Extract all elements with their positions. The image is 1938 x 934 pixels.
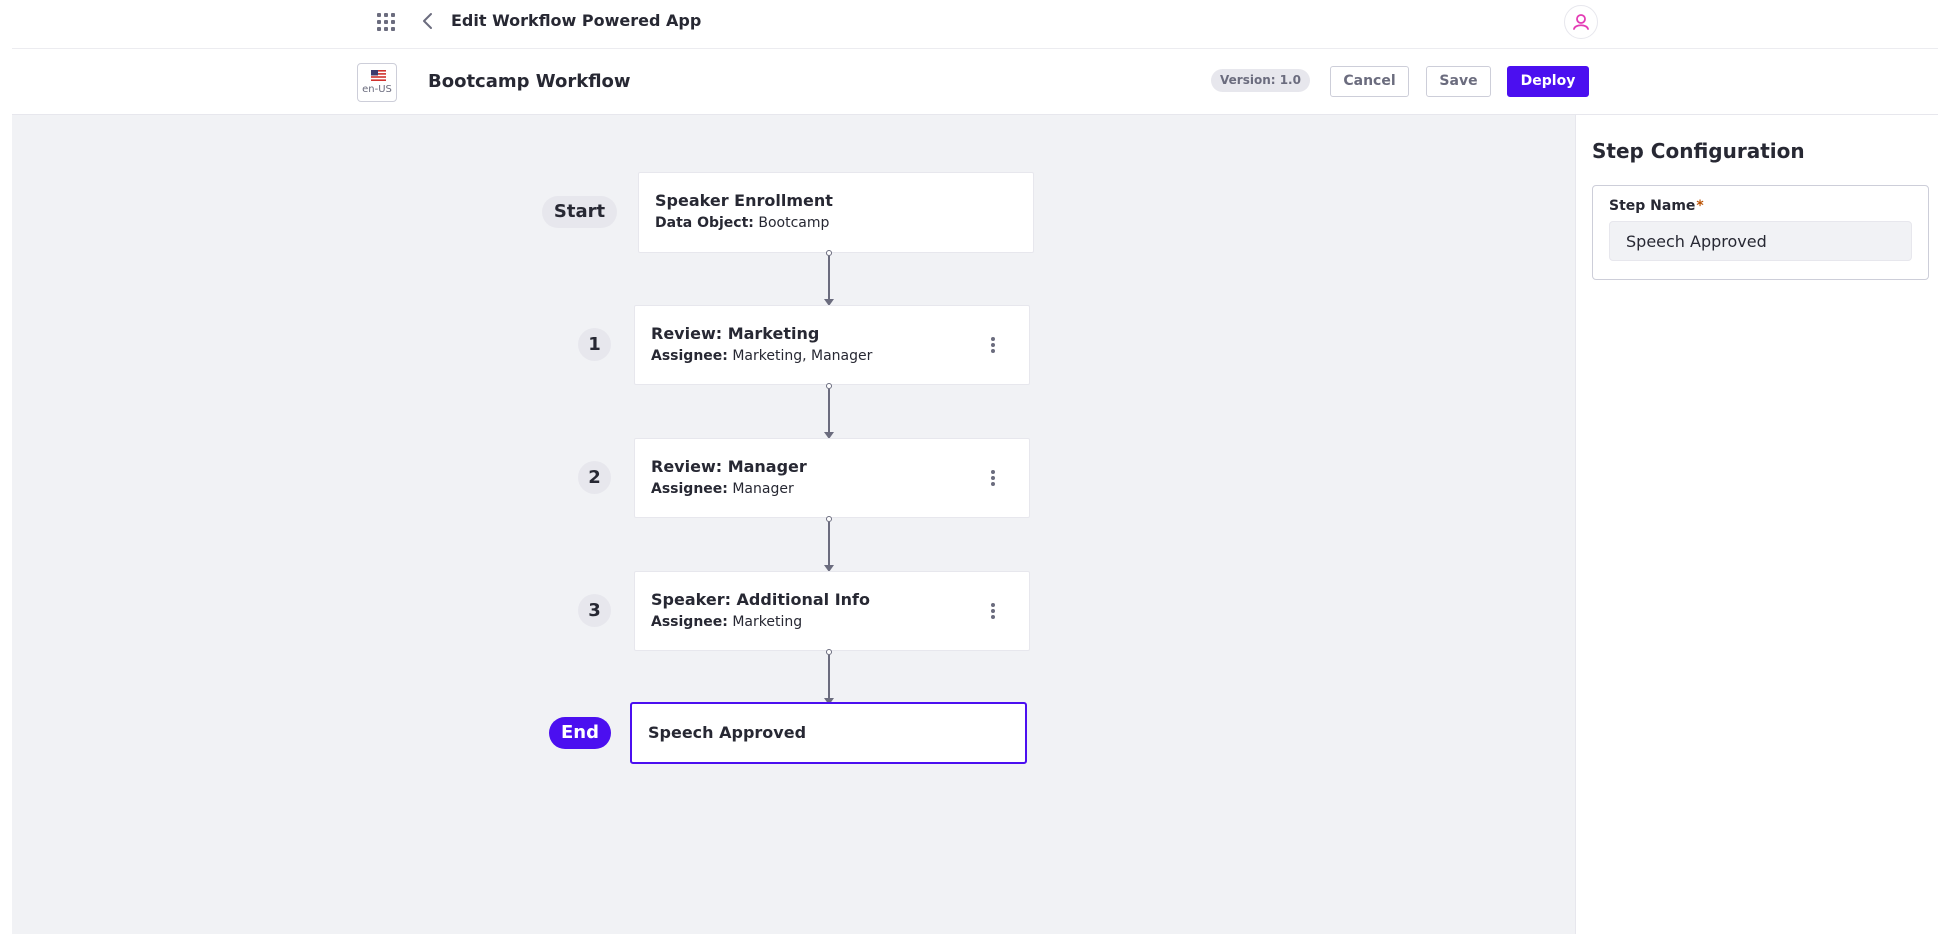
cancel-button[interactable]: Cancel xyxy=(1330,66,1409,97)
top-bar: Edit Workflow Powered App xyxy=(12,0,1938,49)
locale-label: en-US xyxy=(362,84,392,95)
step-number: 2 xyxy=(578,461,611,494)
node-sub-label: Assignee: xyxy=(651,348,728,364)
start-label: Start xyxy=(542,196,617,228)
step-number: 3 xyxy=(578,594,611,627)
step-node-3[interactable]: Speaker: Additional Info Assignee: Marke… xyxy=(634,571,1030,651)
deploy-button[interactable]: Deploy xyxy=(1507,66,1589,97)
user-icon xyxy=(1573,14,1589,30)
connector-arrow xyxy=(821,383,837,441)
connector-arrow xyxy=(821,250,837,308)
step-number: 1 xyxy=(578,328,611,361)
apps-grid-icon[interactable] xyxy=(377,13,395,31)
step-name-label: Step Name* xyxy=(1609,198,1704,214)
node-subtitle: Assignee: Marketing xyxy=(651,614,802,630)
step-node-2[interactable]: Review: Manager Assignee: Manager xyxy=(634,438,1030,518)
panel-title: Step Configuration xyxy=(1592,139,1805,163)
node-subtitle: Assignee: Manager xyxy=(651,481,794,497)
step-node-1[interactable]: Review: Marketing Assignee: Marketing, M… xyxy=(634,305,1030,385)
node-title: Speaker Enrollment xyxy=(655,191,833,210)
end-node[interactable]: Speech Approved xyxy=(630,702,1027,764)
step-name-label-text: Step Name xyxy=(1609,198,1696,214)
locale-selector[interactable]: en-US xyxy=(357,63,397,102)
node-sub-value: Marketing, Manager xyxy=(732,348,873,364)
node-sub-label: Assignee: xyxy=(651,614,728,630)
end-label: End xyxy=(549,717,611,749)
node-sub-label: Assignee: xyxy=(651,481,728,497)
node-subtitle: Data Object: Bootcamp xyxy=(655,215,829,231)
workflow-canvas: Start Speaker Enrollment Data Object: Bo… xyxy=(12,115,1575,934)
connector-arrow xyxy=(821,649,837,707)
workflow-title: Bootcamp Workflow xyxy=(428,71,631,92)
more-options-icon[interactable] xyxy=(991,603,997,621)
step-name-input[interactable] xyxy=(1609,221,1912,261)
version-badge: Version: 1.0 xyxy=(1211,69,1310,92)
node-title: Review: Manager xyxy=(651,457,807,476)
node-title: Speech Approved xyxy=(648,723,807,742)
node-sub-label: Data Object: xyxy=(655,215,754,231)
node-sub-value: Bootcamp xyxy=(758,215,830,231)
connector-arrow xyxy=(821,516,837,574)
required-mark: * xyxy=(1696,198,1704,214)
us-flag-icon xyxy=(371,70,386,81)
more-options-icon[interactable] xyxy=(991,337,997,355)
start-node[interactable]: Speaker Enrollment Data Object: Bootcamp xyxy=(638,172,1034,253)
step-configuration-panel: Step Configuration Step Name* xyxy=(1575,115,1938,934)
save-button[interactable]: Save xyxy=(1426,66,1491,97)
page-title: Edit Workflow Powered App xyxy=(451,11,702,30)
node-title: Review: Marketing xyxy=(651,324,820,343)
workflow-toolbar: en-US Bootcamp Workflow Version: 1.0 Can… xyxy=(12,49,1938,115)
more-options-icon[interactable] xyxy=(991,470,997,488)
step-name-card: Step Name* xyxy=(1592,185,1929,280)
node-sub-value: Marketing xyxy=(732,614,803,630)
chevron-left-icon[interactable] xyxy=(418,11,438,31)
user-avatar[interactable] xyxy=(1564,5,1598,39)
node-subtitle: Assignee: Marketing, Manager xyxy=(651,348,872,364)
node-title: Speaker: Additional Info xyxy=(651,590,870,609)
node-sub-value: Manager xyxy=(732,481,794,497)
